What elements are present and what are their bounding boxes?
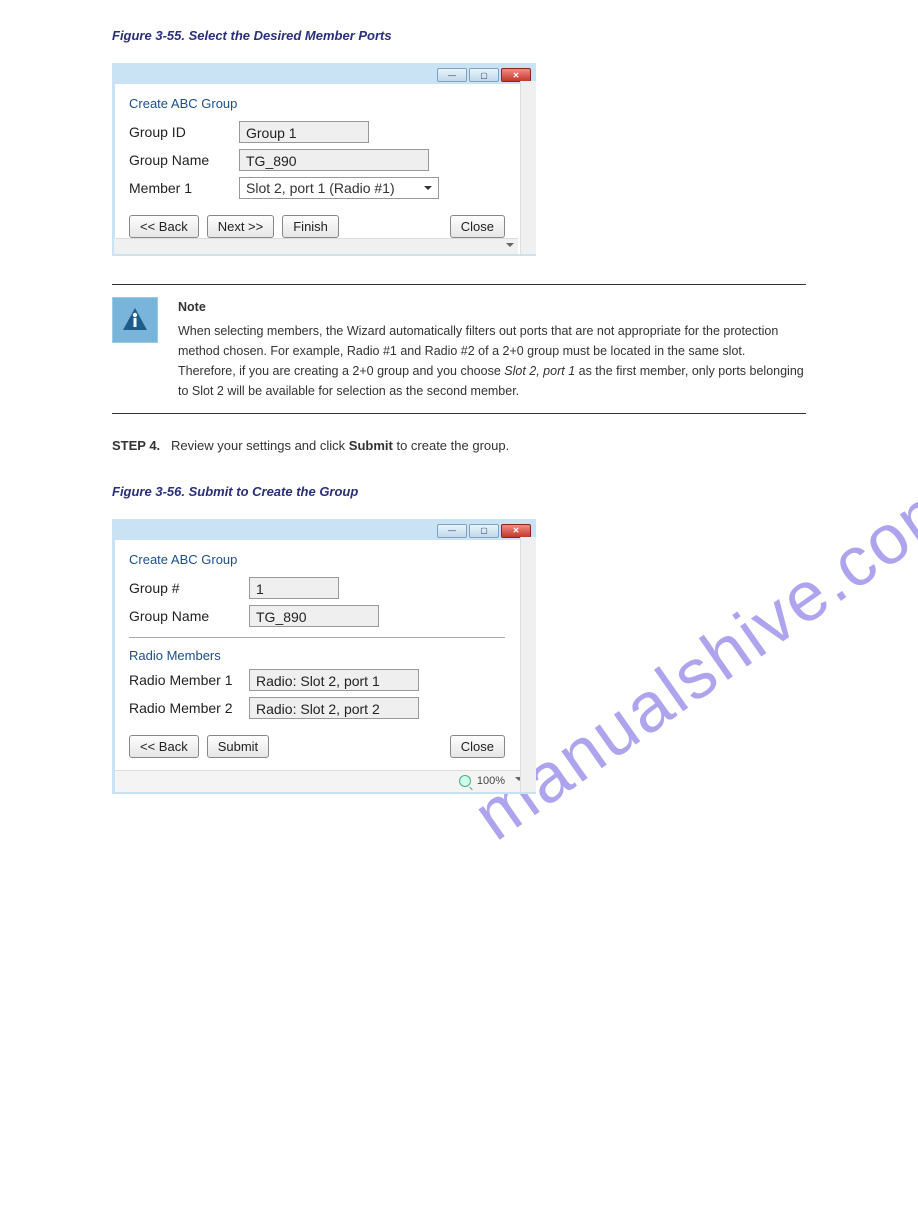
note-block: Note When selecting members, the Wizard … [112,285,806,413]
member1-value: Slot 2, port 1 (Radio #1) [246,180,395,196]
dialog-create-group-step3: — ▢ ✕ Create ABC Group Group ID Group 1 … [112,63,536,256]
note-icon [112,297,158,343]
submit-inline: Submit [349,438,393,453]
group-name-field[interactable]: TG_890 [239,149,429,171]
status-bar: 100% [115,770,533,792]
maximize-button[interactable]: ▢ [469,68,499,82]
dialog-create-group-submit: — ▢ ✕ Create ABC Group Group # 1 Group N… [112,519,536,794]
vertical-scrollbar[interactable] [520,537,536,792]
minimize-button[interactable]: — [437,524,467,538]
zoom-icon [459,775,471,787]
radio-member-2-field[interactable]: Radio: Slot 2, port 2 [249,697,419,719]
window-close-button[interactable]: ✕ [501,68,531,82]
radio-member-1-label: Radio Member 1 [129,672,249,688]
next-button[interactable]: Next >> [207,215,275,238]
back-button[interactable]: << Back [129,215,199,238]
member1-label: Member 1 [129,180,239,196]
radio-member-2-label: Radio Member 2 [129,700,249,716]
close-button[interactable]: Close [450,215,505,238]
step-4-text-b: to create the group. [393,438,509,453]
close-button[interactable]: Close [450,735,505,758]
window-titlebar: — ▢ ✕ [115,66,533,84]
group-num-label: Group # [129,580,249,596]
figure-55-caption: Figure 3-55. Select the Desired Member P… [112,28,806,43]
window-close-button[interactable]: ✕ [501,524,531,538]
maximize-button[interactable]: ▢ [469,524,499,538]
finish-button[interactable]: Finish [282,215,339,238]
figure-56-caption: Figure 3-56. Submit to Create the Group [112,484,806,499]
group-num-field[interactable]: 1 [249,577,339,599]
step-4-text-a: Review your settings and click [171,438,349,453]
group-id-label: Group ID [129,124,239,140]
group-name-label: Group Name [129,608,249,624]
zoom-level: 100% [477,775,505,787]
separator [112,413,806,414]
chevron-down-icon [506,243,514,251]
panel-title: Create ABC Group [129,552,505,567]
submit-button[interactable]: Submit [207,735,269,758]
window-titlebar: — ▢ ✕ [115,522,533,540]
group-id-field[interactable]: Group 1 [239,121,369,143]
horizontal-scrollbar[interactable] [114,238,518,254]
thin-separator [129,637,505,638]
back-button[interactable]: << Back [129,735,199,758]
note-title: Note [178,297,806,317]
panel-title: Create ABC Group [129,96,505,111]
member1-select[interactable]: Slot 2, port 1 (Radio #1) [239,177,439,199]
group-name-label: Group Name [129,152,239,168]
note-body-em: Slot 2, port 1 [504,364,575,378]
group-name-field[interactable]: TG_890 [249,605,379,627]
radio-members-heading: Radio Members [129,648,505,663]
minimize-button[interactable]: — [437,68,467,82]
radio-member-1-field[interactable]: Radio: Slot 2, port 1 [249,669,419,691]
step-4-label: STEP 4. [112,438,160,453]
vertical-scrollbar[interactable] [520,81,536,254]
